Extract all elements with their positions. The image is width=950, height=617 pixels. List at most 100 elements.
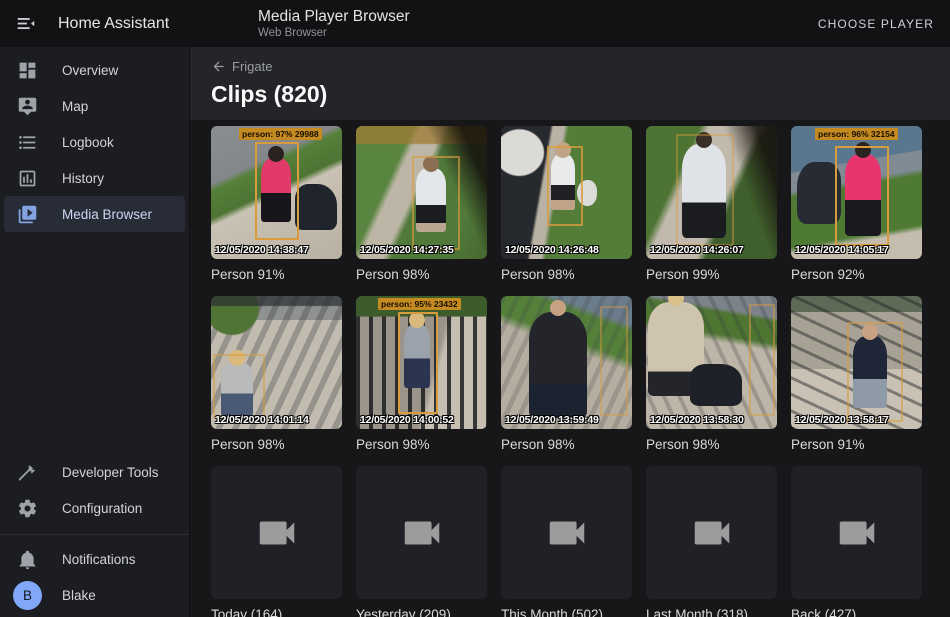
list-bulleted-icon xyxy=(17,132,38,153)
folder-card[interactable]: Today (164) xyxy=(211,466,342,617)
clip-thumbnail: 12/05/2020 14:26:07 xyxy=(646,126,777,259)
folder-label: Back (427) xyxy=(791,607,922,617)
clip-caption: Person 98% xyxy=(501,437,632,453)
folder-card[interactable]: This Month (502) xyxy=(501,466,632,617)
sidebar-spacer xyxy=(0,232,189,454)
back-link-label: Frigate xyxy=(232,59,272,74)
folder-thumbnail xyxy=(501,466,632,599)
user-name: Blake xyxy=(62,588,96,603)
detection-box xyxy=(676,134,734,246)
clip-caption: Person 99% xyxy=(646,267,777,283)
clip-card[interactable]: 12/05/2020 14:27:35 Person 98% xyxy=(356,126,487,283)
clip-card[interactable]: 12/05/2020 13:59:49 Person 98% xyxy=(501,296,632,453)
clip-caption: Person 98% xyxy=(211,437,342,453)
clips-grid: person: 97% 29988 12/05/2020 14:38:47 Pe… xyxy=(211,126,950,617)
gear-icon xyxy=(17,498,38,519)
detection-label: person: 96% 32154 xyxy=(815,128,898,140)
home-assistant-app: Home Assistant Media Player Browser Web … xyxy=(0,0,950,617)
folder-label: Last Month (318) xyxy=(646,607,777,617)
person-figure xyxy=(648,302,704,396)
folder-label: Yesterday (209) xyxy=(356,607,487,617)
clip-caption: Person 98% xyxy=(356,267,487,283)
folder-label: Today (164) xyxy=(211,607,342,617)
clip-timestamp: 12/05/2020 14:26:07 xyxy=(650,244,744,256)
video-camera-icon xyxy=(834,510,880,556)
back-link-frigate[interactable]: Frigate xyxy=(211,59,272,74)
folder-label: This Month (502) xyxy=(501,607,632,617)
content-header: Frigate Clips (820) xyxy=(190,47,950,120)
clip-card[interactable]: 12/05/2020 14:26:48 Person 98% xyxy=(501,126,632,283)
arrow-left-icon xyxy=(211,59,226,74)
sidebar-item-notifications[interactable]: Notifications xyxy=(4,541,185,577)
clip-thumbnail: 12/05/2020 13:58:30 xyxy=(646,296,777,429)
folder-thumbnail xyxy=(646,466,777,599)
sidebar-bottom-pad xyxy=(0,613,189,617)
clip-timestamp: 12/05/2020 13:59:49 xyxy=(505,414,599,426)
clip-thumbnail: person: 97% 29988 12/05/2020 14:38:47 xyxy=(211,126,342,259)
detection-label: person: 97% 29988 xyxy=(239,128,322,140)
map-account-icon xyxy=(17,96,38,117)
page-subtitle: Web Browser xyxy=(258,26,410,40)
choose-player-button[interactable]: CHOOSE PLAYER xyxy=(818,17,934,31)
clip-timestamp: 12/05/2020 14:27:35 xyxy=(360,244,454,256)
sidebar: Overview Map Logbook History xyxy=(0,47,190,617)
view-dashboard-icon xyxy=(17,60,38,81)
folder-card[interactable]: Last Month (318) xyxy=(646,466,777,617)
clip-caption: Person 91% xyxy=(211,267,342,283)
sidebar-item-history[interactable]: History xyxy=(4,160,185,196)
sidebar-item-profile[interactable]: B Blake xyxy=(4,577,185,613)
detection-box xyxy=(412,156,460,250)
sidebar-item-media-browser[interactable]: Media Browser xyxy=(4,196,185,232)
sidebar-item-label: Overview xyxy=(62,63,118,78)
clip-thumbnail: 12/05/2020 13:59:49 xyxy=(501,296,632,429)
video-camera-icon xyxy=(254,510,300,556)
sidebar-item-label: Notifications xyxy=(62,552,136,567)
sidebar-item-developer-tools[interactable]: Developer Tools xyxy=(4,454,185,490)
folder-card[interactable]: Back (427) xyxy=(791,466,922,617)
clip-card[interactable]: person: 97% 29988 12/05/2020 14:38:47 Pe… xyxy=(211,126,342,283)
video-camera-icon xyxy=(544,510,590,556)
clip-caption: Person 92% xyxy=(791,267,922,283)
sidebar-divider xyxy=(0,534,189,535)
clip-card[interactable]: 12/05/2020 13:58:17 Person 91% xyxy=(791,296,922,453)
clip-card[interactable]: 12/05/2020 14:01:14 Person 98% xyxy=(211,296,342,453)
app-title: Home Assistant xyxy=(58,15,169,33)
sidebar-item-label: Developer Tools xyxy=(62,465,159,480)
clip-card[interactable]: 12/05/2020 14:26:07 Person 99% xyxy=(646,126,777,283)
person-figure xyxy=(529,312,587,418)
sidebar-item-label: Map xyxy=(62,99,88,114)
folder-card[interactable]: Yesterday (209) xyxy=(356,466,487,617)
clip-timestamp: 12/05/2020 13:58:17 xyxy=(795,414,889,426)
folder-thumbnail xyxy=(211,466,342,599)
clip-card[interactable]: 12/05/2020 13:58:30 Person 98% xyxy=(646,296,777,453)
clip-timestamp: 12/05/2020 14:00:52 xyxy=(360,414,454,426)
clip-thumbnail: 12/05/2020 13:58:17 xyxy=(791,296,922,429)
clip-card[interactable]: person: 95% 23432 12/05/2020 14:00:52 Pe… xyxy=(356,296,487,453)
clips-title: Clips (820) xyxy=(211,81,950,108)
detection-box xyxy=(255,142,299,240)
menu-toggle-icon[interactable] xyxy=(13,11,39,37)
hammer-icon xyxy=(17,462,38,483)
clip-timestamp: 12/05/2020 13:58:30 xyxy=(650,414,744,426)
clip-card[interactable]: person: 96% 32154 12/05/2020 14:05:17 Pe… xyxy=(791,126,922,283)
chart-box-icon xyxy=(17,168,38,189)
detection-box xyxy=(398,312,438,414)
video-camera-icon xyxy=(399,510,445,556)
clip-caption: Person 98% xyxy=(501,267,632,283)
app-body: Overview Map Logbook History xyxy=(0,47,950,617)
clip-caption: Person 91% xyxy=(791,437,922,453)
clip-caption: Person 98% xyxy=(646,437,777,453)
app-header: Home Assistant Media Player Browser Web … xyxy=(0,0,950,47)
folder-thumbnail xyxy=(356,466,487,599)
sidebar-item-logbook[interactable]: Logbook xyxy=(4,124,185,160)
clip-timestamp: 12/05/2020 14:01:14 xyxy=(215,414,309,426)
detection-box xyxy=(835,146,889,246)
detection-box xyxy=(600,306,628,416)
video-camera-icon xyxy=(689,510,735,556)
sidebar-item-overview[interactable]: Overview xyxy=(4,52,185,88)
clip-thumbnail: person: 96% 32154 12/05/2020 14:05:17 xyxy=(791,126,922,259)
sidebar-item-configuration[interactable]: Configuration xyxy=(4,490,185,526)
media-browser-content: Frigate Clips (820) person: 97% 29988 12… xyxy=(190,47,950,617)
sidebar-item-map[interactable]: Map xyxy=(4,88,185,124)
bell-icon xyxy=(17,549,38,570)
